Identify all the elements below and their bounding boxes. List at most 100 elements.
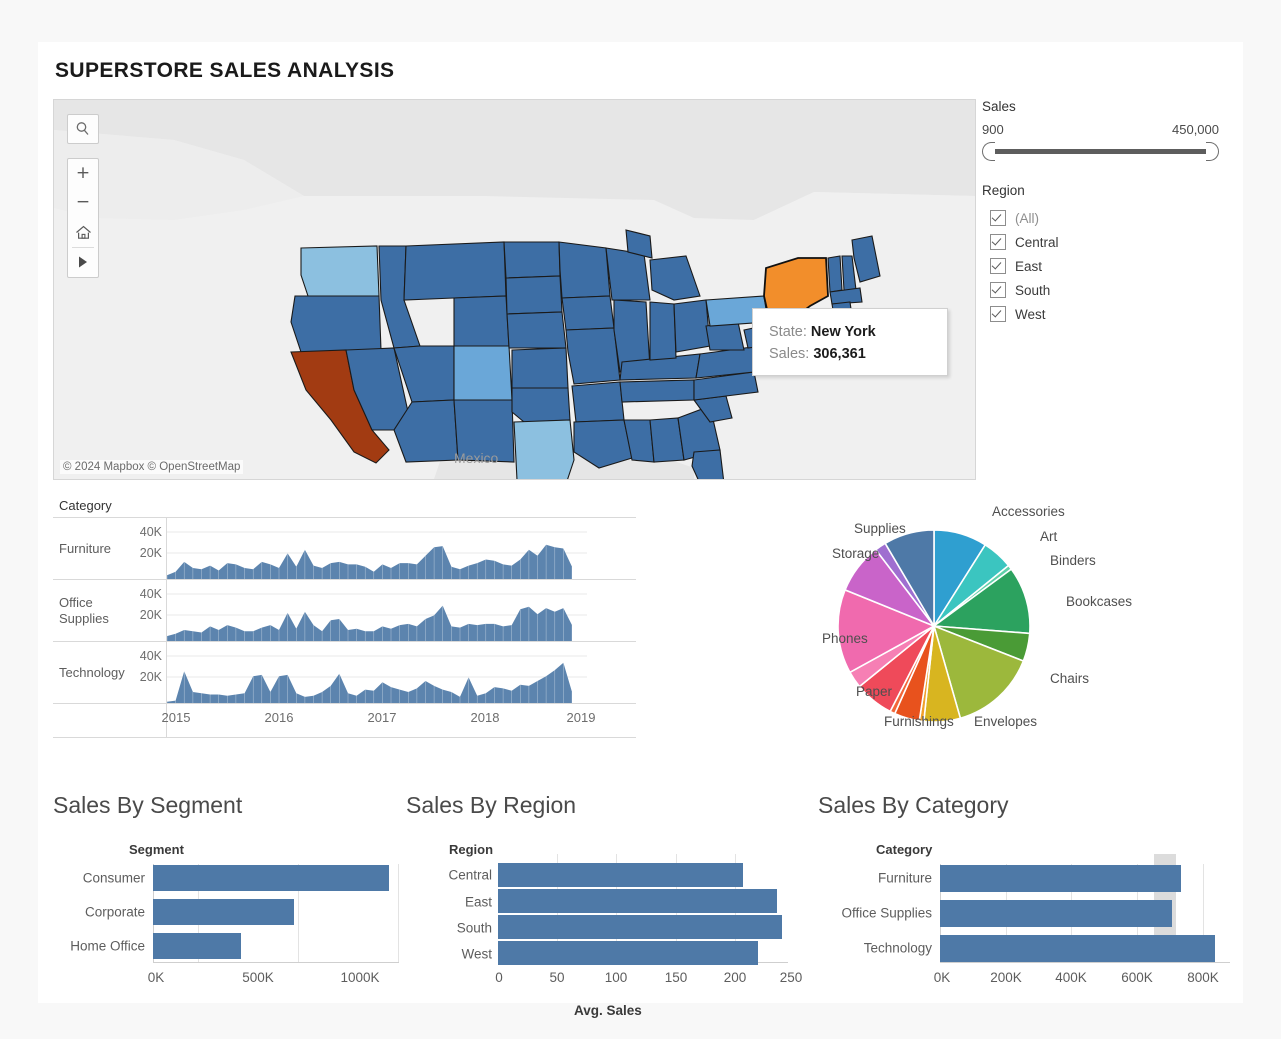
sales-by-region-chart: Sales By Region Region Central East Sout…: [406, 792, 1176, 1032]
category-bar-office-supplies[interactable]: [940, 900, 1172, 927]
area-xaxis: 2015 2016 2017 2018 2019: [162, 704, 636, 737]
ytick-40k: 40K: [139, 587, 162, 601]
map-zoom-in-button[interactable]: +: [68, 159, 98, 188]
region-bar-east[interactable]: [498, 889, 777, 913]
region-label: Central: [1015, 234, 1059, 250]
sales-by-segment-chart: Sales By Segment Segment Consumer Corpor…: [53, 792, 433, 1003]
map-pan-button[interactable]: [68, 248, 98, 277]
xtick-2015: 2015: [161, 710, 191, 725]
segment-bar-corporate[interactable]: [153, 899, 294, 925]
area-plot[interactable]: [167, 580, 636, 641]
tooltip-sales-key: Sales:: [769, 346, 810, 362]
xtick-2016: 2016: [264, 710, 294, 725]
segment-chart-title: Sales By Segment: [53, 792, 243, 818]
category-xtick-200k: 200K: [990, 970, 1022, 985]
slider-handle-min[interactable]: [982, 142, 995, 161]
map-home-button[interactable]: [68, 218, 98, 247]
map-attribution: © 2024 Mapbox © OpenStreetMap: [60, 460, 244, 474]
area-plot[interactable]: [167, 642, 636, 703]
area-plot-svg: [167, 655, 587, 703]
region-checkbox-east[interactable]: East: [982, 254, 1232, 278]
xtick-2018: 2018: [470, 710, 500, 725]
slider-track[interactable]: [994, 149, 1207, 154]
sales-trend-chart: Category Furniture 40K 20K Office Suppli…: [53, 498, 636, 778]
region-label: West: [1015, 306, 1046, 322]
area-plot-svg: [167, 593, 587, 641]
region-checkbox-west[interactable]: West: [982, 302, 1232, 326]
checkbox-icon[interactable]: [990, 282, 1006, 298]
page-title: SUPERSTORE SALES ANALYSIS: [55, 59, 395, 82]
map-search-button[interactable]: [67, 114, 99, 144]
region-filter-title: Region: [982, 183, 1025, 198]
region-cat-central: Central: [448, 867, 492, 883]
area-xaxis-row: 2015 2016 2017 2018 2019: [53, 704, 636, 738]
region-label: (All): [1015, 210, 1039, 226]
checkbox-icon[interactable]: [990, 306, 1006, 322]
search-icon: [76, 122, 89, 135]
segment-axis-title: Segment: [129, 842, 184, 857]
segment-bar-consumer[interactable]: [153, 865, 389, 891]
region-checkbox-south[interactable]: South: [982, 278, 1232, 302]
region-bar-central[interactable]: [498, 863, 743, 887]
category-chart-title: Sales By Category: [818, 792, 1009, 818]
region-xtick-100: 100: [604, 970, 628, 985]
xtick-2019: 2019: [566, 710, 596, 725]
pie-label-art: Art: [1040, 529, 1058, 544]
map-choropleth[interactable]: [54, 100, 975, 479]
ytick-20k: 20K: [139, 608, 162, 622]
pie-label-accessories: Accessories: [992, 504, 1065, 519]
area-row-label: Furniture: [59, 540, 112, 556]
category-axis-title: Category: [876, 842, 933, 857]
region-xtick-150: 150: [664, 970, 688, 985]
region-checkbox-central[interactable]: Central: [982, 230, 1232, 254]
category-xtick-0: 0K: [933, 970, 951, 985]
segment-xtick-0: 0K: [147, 970, 165, 985]
sales-max-label: 450,000: [1172, 122, 1219, 137]
slider-handle-max[interactable]: [1206, 142, 1219, 161]
area-row-label: Office Supplies: [59, 594, 109, 626]
region-xtick-200: 200: [723, 970, 747, 985]
area-row-office-supplies: Office Supplies 40K 20K: [53, 580, 636, 642]
pie-label-furnishings: Furnishings: [884, 714, 954, 729]
checkbox-icon[interactable]: [990, 234, 1006, 250]
region-cat-east: East: [464, 894, 492, 910]
pie-label-bookcases: Bookcases: [1066, 594, 1133, 609]
category-bar-technology[interactable]: [940, 935, 1215, 962]
category-bar-furniture[interactable]: [940, 865, 1181, 892]
map-zoom-out-button[interactable]: −: [68, 188, 98, 217]
segment-cat-consumer: Consumer: [82, 870, 145, 886]
region-chart-title: Sales By Region: [406, 792, 577, 818]
ytick-40k: 40K: [139, 649, 162, 663]
sales-by-category-chart: Sales By Category Category Furniture Off…: [818, 792, 1233, 1003]
region-xtick-50: 50: [549, 970, 565, 985]
map-zoom-controls[interactable]: + −: [67, 158, 99, 278]
segment-bar-home-office[interactable]: [153, 933, 241, 959]
area-yaxis: 40K 20K: [116, 518, 167, 579]
sales-min-label: 900: [982, 122, 1004, 137]
area-xaxis-spacer: [53, 704, 167, 737]
region-checkbox-all[interactable]: (All): [982, 206, 1232, 230]
checkbox-icon[interactable]: [990, 258, 1006, 274]
category-cat-office-supplies: Office Supplies: [841, 905, 932, 921]
category-xtick-600k: 600K: [1121, 970, 1153, 985]
category-cat-technology: Technology: [863, 940, 932, 956]
checkbox-icon[interactable]: [990, 210, 1006, 226]
axis-baseline: [153, 962, 399, 963]
tooltip-state-value: New York: [810, 324, 876, 340]
area-plot[interactable]: [167, 518, 636, 579]
segment-cat-corporate: Corporate: [84, 904, 145, 920]
sales-range-slider[interactable]: [982, 141, 1219, 161]
region-bar-west[interactable]: [498, 941, 758, 965]
region-cat-west: West: [461, 946, 492, 962]
pie-label-supplies: Supplies: [854, 521, 906, 536]
pie-label-phones: Phones: [822, 631, 868, 646]
map-tooltip: State: New York Sales: 306,361: [752, 308, 948, 376]
pie-label-storage: Storage: [832, 546, 880, 561]
segment-xtick-500k: 500K: [242, 970, 274, 985]
region-bar-south[interactable]: [498, 915, 782, 939]
category-xtick-800k: 800K: [1187, 970, 1219, 985]
region-axis-title: Region: [449, 842, 494, 857]
map-country-label-mexico: Mexico: [454, 450, 499, 466]
pie-label-chairs: Chairs: [1050, 671, 1090, 686]
map-panel[interactable]: + − Mexico © 2024 Mapbox © OpenStreetMap…: [53, 99, 976, 480]
